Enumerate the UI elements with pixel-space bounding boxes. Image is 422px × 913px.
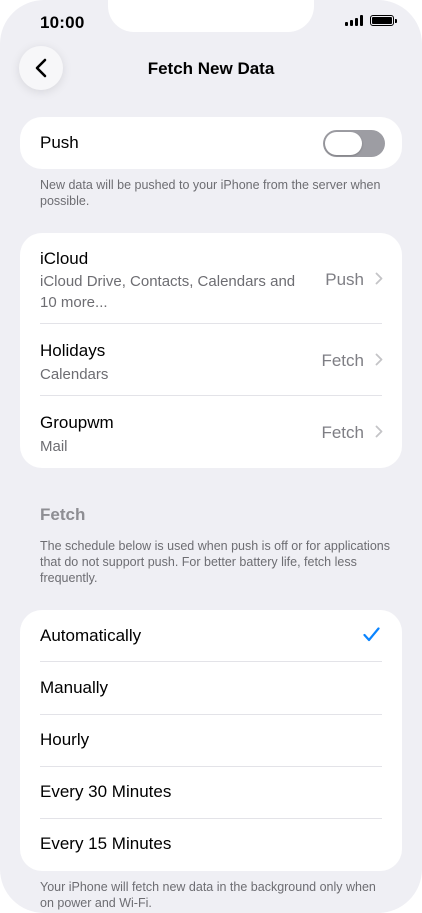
checkmark-icon <box>363 627 380 642</box>
accounts-list: iCloud iCloud Drive, Contacts, Calendars… <box>20 233 402 468</box>
chevron-right-icon <box>375 425 383 438</box>
status-time: 10:00 <box>40 13 85 32</box>
page-title: Fetch New Data <box>147 59 275 78</box>
account-title: Groupwm <box>40 413 114 432</box>
account-value: Fetch <box>321 423 364 442</box>
push-label: Push <box>40 133 79 152</box>
fetch-option-hourly[interactable]: Hourly <box>20 714 402 766</box>
option-label: Automatically <box>40 626 142 645</box>
account-value: Push <box>325 270 364 289</box>
account-subtitle: Calendars <box>40 366 109 383</box>
chevron-right-icon <box>375 272 383 285</box>
account-title: Holidays <box>40 341 106 360</box>
fetch-option-automatically[interactable]: Automatically <box>20 610 402 662</box>
fetch-section-header: Fetch <box>40 505 86 524</box>
account-title: iCloud <box>40 249 89 268</box>
fetch-option-manually[interactable]: Manually <box>20 662 402 714</box>
device-notch <box>108 0 314 32</box>
account-subtitle: Mail <box>40 438 68 455</box>
fetch-footnote: Your iPhone will fetch new data in the b… <box>40 880 376 910</box>
push-row: Push <box>20 117 402 169</box>
status-icons <box>345 15 397 26</box>
account-row-icloud[interactable]: iCloud iCloud Drive, Contacts, Calendars… <box>20 233 402 324</box>
fetch-option-every-30-minutes[interactable]: Every 30 Minutes <box>20 766 402 818</box>
account-subtitle: iCloud Drive, Contacts, Calendars and 10… <box>40 273 296 311</box>
option-label: Manually <box>40 678 109 697</box>
account-row-groupwm[interactable]: Groupwm Mail Fetch <box>20 396 402 468</box>
option-label: Hourly <box>40 730 90 749</box>
toggle-knob <box>325 132 362 155</box>
fetch-schedule-list: Automatically Manually Hourly Every 30 M… <box>20 610 402 871</box>
chevron-right-icon <box>375 353 383 366</box>
fetch-description: The schedule below is used when push is … <box>40 539 390 585</box>
fetch-option-every-15-minutes[interactable]: Every 15 Minutes <box>20 818 402 870</box>
option-label: Every 30 Minutes <box>40 782 172 801</box>
account-value: Fetch <box>321 351 364 370</box>
battery-icon <box>370 15 397 26</box>
option-label: Every 15 Minutes <box>40 834 172 853</box>
push-footnote: New data will be pushed to your iPhone f… <box>40 178 381 208</box>
cellular-signal-icon <box>345 15 363 26</box>
phone-screen: 10:00 Fetch New Data Push New data will … <box>0 0 422 913</box>
push-toggle[interactable] <box>323 130 385 157</box>
account-row-holidays[interactable]: Holidays Calendars Fetch <box>20 324 402 396</box>
